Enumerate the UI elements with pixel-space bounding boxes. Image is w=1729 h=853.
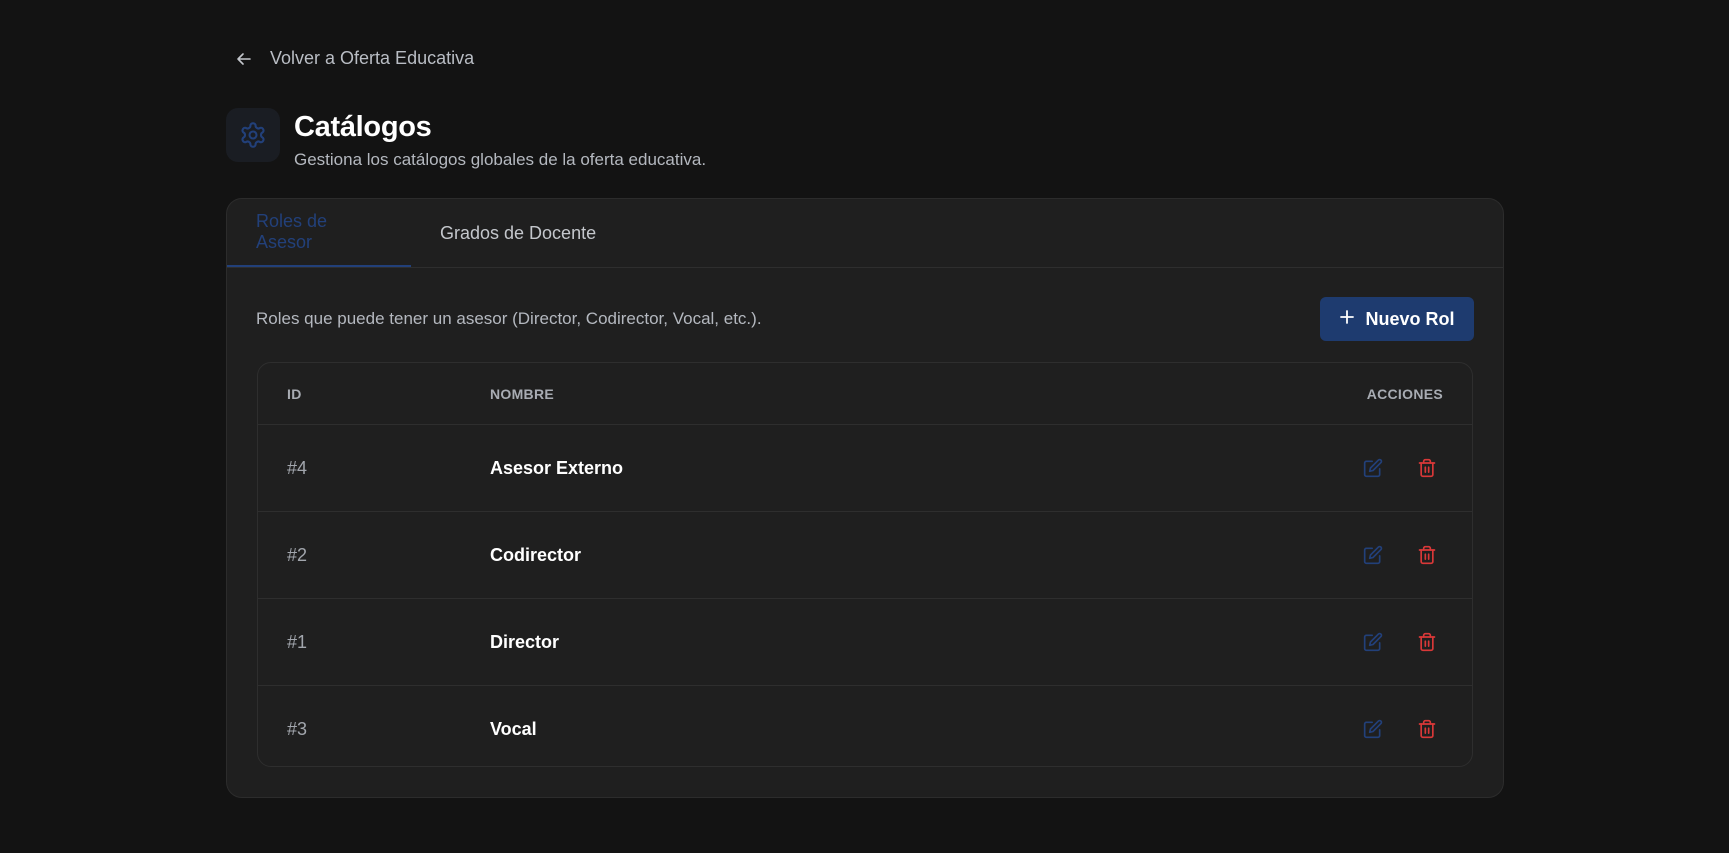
- table-row: #4 Asesor Externo: [258, 425, 1472, 512]
- row-id: #4: [287, 457, 308, 478]
- row-actions: [1272, 718, 1472, 740]
- trash-icon[interactable]: [1416, 457, 1438, 479]
- edit-icon[interactable]: [1362, 631, 1384, 653]
- page-title: Catálogos: [294, 111, 432, 143]
- page: Volver a Oferta Educativa Catálogos Gest…: [0, 0, 1729, 853]
- trash-icon[interactable]: [1416, 718, 1438, 740]
- tab-roles-de-asesor[interactable]: Roles de Asesor: [227, 199, 411, 267]
- new-role-button-label: Nuevo Rol: [1365, 308, 1455, 329]
- new-role-button[interactable]: Nuevo Rol: [1320, 297, 1474, 341]
- row-actions: [1272, 631, 1472, 653]
- row-name: Director: [490, 631, 560, 652]
- table-row: #2 Codirector: [258, 512, 1472, 599]
- trash-icon[interactable]: [1416, 544, 1438, 566]
- trash-icon[interactable]: [1416, 631, 1438, 653]
- table-row: #3 Vocal: [258, 686, 1472, 766]
- edit-icon[interactable]: [1362, 718, 1384, 740]
- row-name: Vocal: [490, 718, 537, 739]
- table-row: #1 Director: [258, 599, 1472, 686]
- column-header-nombre: NOMBRE: [490, 385, 555, 402]
- catalog-card: Roles de Asesor Grados de Docente Roles …: [226, 198, 1504, 798]
- row-actions: [1272, 457, 1472, 479]
- row-id: #2: [287, 544, 308, 565]
- column-header-acciones: ACCIONES: [1366, 385, 1443, 402]
- table-header: ID NOMBRE ACCIONES: [258, 363, 1472, 425]
- toolbar: Roles que puede tener un asesor (Directo…: [256, 297, 1474, 341]
- roles-table: ID NOMBRE ACCIONES #4 Asesor Externo #2: [257, 362, 1473, 767]
- arrow-left-icon: [236, 51, 252, 67]
- row-name: Asesor Externo: [490, 457, 624, 478]
- back-link-label: Volver a Oferta Educativa: [270, 48, 475, 68]
- row-name: Codirector: [490, 544, 582, 565]
- page-subtitle: Gestiona los catálogos globales de la of…: [294, 150, 707, 169]
- row-id: #1: [287, 631, 308, 652]
- back-link[interactable]: Volver a Oferta Educativa: [236, 48, 474, 69]
- row-actions: [1272, 544, 1472, 566]
- edit-icon[interactable]: [1362, 544, 1384, 566]
- column-header-id: ID: [287, 385, 302, 402]
- tab-grados-de-docente[interactable]: Grados de Docente: [411, 199, 625, 267]
- section-description: Roles que puede tener un asesor (Directo…: [256, 309, 762, 328]
- gear-icon: [226, 108, 280, 162]
- edit-icon[interactable]: [1362, 457, 1384, 479]
- plus-icon: [1339, 309, 1355, 330]
- row-id: #3: [287, 718, 308, 739]
- tab-bar: Roles de Asesor Grados de Docente: [227, 199, 1503, 268]
- page-header: Catálogos Gestiona los catálogos globale…: [226, 108, 706, 170]
